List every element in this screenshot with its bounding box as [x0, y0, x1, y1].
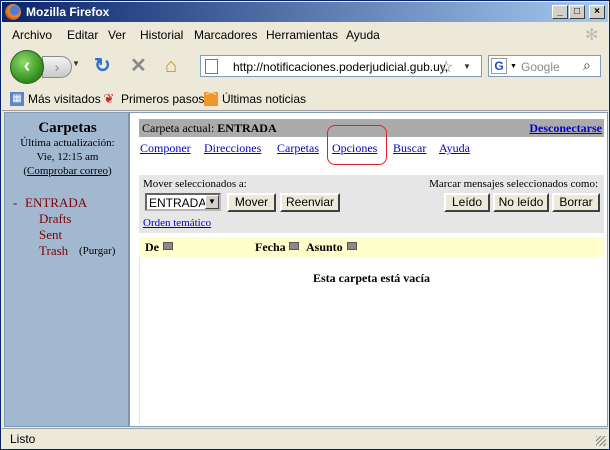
rss-feed-icon: ⌒	[204, 92, 218, 106]
folder-drafts[interactable]: Drafts	[39, 211, 72, 227]
last-update-label: Última actualización:	[20, 137, 115, 149]
sort-subject-icon[interactable]	[347, 242, 357, 250]
folder-prefix: -	[13, 195, 18, 210]
mark-unread-button[interactable]: No leído	[493, 193, 549, 212]
col-from[interactable]: De	[145, 240, 159, 255]
folder-sent[interactable]: Sent	[39, 227, 62, 243]
nav-help[interactable]: Ayuda	[439, 141, 470, 156]
move-folder-value: ENTRADA	[149, 196, 207, 210]
bookmark-getting-started[interactable]: Primeros pasos	[121, 92, 204, 106]
purge-trash-link[interactable]: (Purgar)	[79, 245, 115, 257]
nav-search[interactable]: Buscar	[393, 141, 426, 156]
bookmark-star-icon[interactable]: ☆	[439, 57, 453, 77]
col-subject[interactable]: Asunto	[306, 240, 343, 255]
check-mail-row: (Comprobar correo)	[5, 165, 130, 177]
select-dropdown-icon[interactable]: ▼	[205, 195, 219, 209]
engine-dropdown-icon[interactable]: ▼	[510, 63, 517, 70]
url-dropdown-icon[interactable]: ▼	[463, 62, 471, 71]
sort-from-icon[interactable]	[163, 242, 173, 250]
message-table-header: De Fecha Asunto	[139, 237, 604, 257]
menu-ayuda[interactable]: Ayuda	[346, 28, 380, 42]
firefox-window: Mozilla Firefox _ □ × Archivo Editar Ver…	[0, 0, 610, 450]
url-text[interactable]: http://notificaciones.poderjudicial.gub.…	[233, 60, 448, 74]
minimize-button[interactable]: _	[552, 5, 568, 19]
maximize-button[interactable]: □	[569, 5, 585, 19]
home-icon[interactable]: ⌂	[165, 56, 177, 76]
current-folder-label: Carpeta actual:	[142, 121, 215, 135]
forward-message-button[interactable]: Reenviar	[280, 193, 340, 212]
status-text: Listo	[10, 432, 36, 446]
url-bar[interactable]: http://notificaciones.poderjudicial.gub.…	[200, 55, 482, 77]
menu-herramientas[interactable]: Herramientas	[266, 28, 338, 42]
page-content: Carpetas Última actualización: Vie, 12:1…	[4, 112, 608, 427]
thread-sort-link[interactable]: Orden temático	[143, 217, 211, 229]
current-folder-name: ENTRADA	[217, 121, 277, 135]
message-actions-bar: Mover seleccionados a: Marcar mensajes s…	[139, 175, 604, 233]
bookmark-most-visited[interactable]: Más visitados	[28, 92, 101, 106]
forward-button[interactable]: ›	[42, 56, 72, 78]
folder-sidebar: Carpetas Última actualización: Vie, 12:1…	[5, 113, 130, 426]
options-highlight-circle	[327, 125, 387, 165]
close-button[interactable]: ×	[589, 5, 605, 19]
sidebar-title: Carpetas	[38, 120, 97, 136]
title-bar: Mozilla Firefox _ □ ×	[2, 2, 608, 22]
logout-link[interactable]: Desconectarse	[529, 121, 602, 136]
nav-addresses[interactable]: Direcciones	[204, 141, 261, 156]
getting-started-icon: ❦	[103, 91, 115, 106]
bookmarks-toolbar: ▦ Más visitados ❦ Primeros pasos ⌒ Últim…	[2, 87, 608, 111]
resize-grip-icon[interactable]	[596, 436, 606, 446]
bookmark-latest-news[interactable]: Últimas noticias	[222, 92, 306, 106]
move-button[interactable]: Mover	[227, 193, 276, 212]
stop-icon[interactable]: ✕	[130, 56, 147, 76]
folder-entrada[interactable]: ENTRADA	[25, 195, 87, 211]
search-box[interactable]: G ▼ Google ⌕	[488, 55, 601, 77]
current-folder-text: Carpeta actual: ENTRADA	[142, 121, 277, 136]
mark-read-button[interactable]: Leído	[444, 193, 490, 212]
check-mail-link[interactable]: Comprobar correo	[27, 165, 108, 177]
search-placeholder[interactable]: Google	[521, 60, 560, 74]
move-label: Mover seleccionados a:	[143, 178, 247, 190]
throbber-icon: ✻	[585, 27, 599, 44]
nav-compose[interactable]: Componer	[140, 141, 191, 156]
menu-editar[interactable]: Editar	[67, 28, 98, 42]
mail-main-panel: Carpeta actual: ENTRADA Desconectarse Co…	[132, 113, 607, 426]
search-icon[interactable]: ⌕	[583, 57, 591, 74]
status-bar: Listo	[2, 428, 608, 448]
menu-marcadores[interactable]: Marcadores	[194, 28, 257, 42]
move-folder-select[interactable]: ENTRADA ▼	[145, 193, 221, 211]
google-engine-icon[interactable]: G	[491, 58, 507, 74]
menu-ver[interactable]: Ver	[108, 28, 126, 42]
menu-archivo[interactable]: Archivo	[12, 28, 52, 42]
check-mail-paren-close: )	[107, 165, 112, 177]
last-update-time: Vie, 12:15 am	[36, 151, 99, 163]
history-dropdown-icon[interactable]: ▼	[72, 59, 80, 68]
firefox-icon	[5, 4, 21, 20]
navigation-toolbar: › ▼ ‹ ↻ ✕ ⌂ http://notificaciones.poderj…	[2, 46, 608, 86]
page-icon	[205, 59, 218, 74]
folder-trash[interactable]: Trash	[39, 243, 68, 259]
window-title: Mozilla Firefox	[26, 5, 110, 19]
mark-label: Marcar mensajes seleccionados como:	[429, 178, 598, 190]
most-visited-icon: ▦	[10, 92, 24, 106]
col-date[interactable]: Fecha	[255, 240, 286, 255]
delete-button[interactable]: Borrar	[552, 193, 600, 212]
sort-date-icon[interactable]	[289, 242, 299, 250]
reload-icon[interactable]: ↻	[94, 56, 111, 76]
back-button[interactable]: ‹	[10, 50, 44, 84]
menu-bar: Archivo Editar Ver Historial Marcadores …	[2, 24, 608, 46]
menu-historial[interactable]: Historial	[140, 28, 183, 42]
nav-folders[interactable]: Carpetas	[277, 141, 319, 156]
empty-folder-message: Esta carpeta está vacía	[313, 271, 430, 285]
